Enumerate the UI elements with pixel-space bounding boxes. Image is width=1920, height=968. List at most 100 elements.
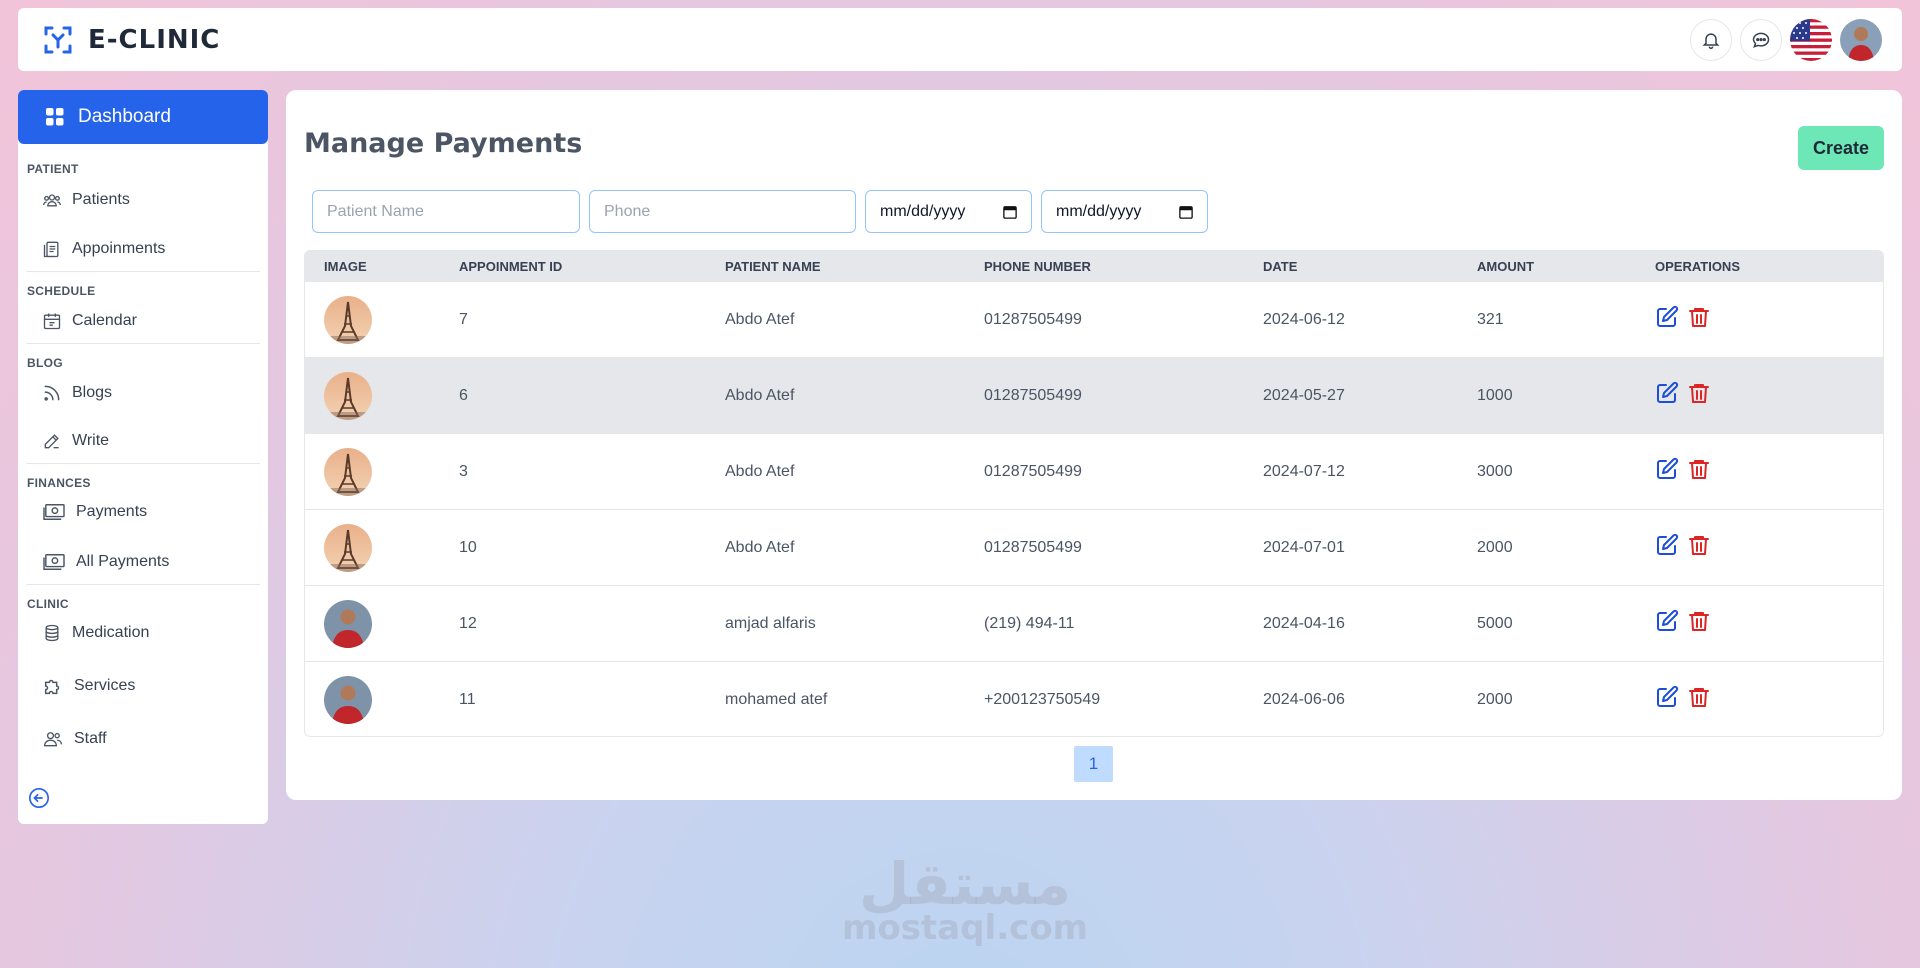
phone-cell: +200123750549 bbox=[984, 690, 1101, 708]
app-name: E-CLINIC bbox=[88, 24, 221, 55]
table-row: 12 amjad alfaris (219) 494-11 2024-04-16 500… bbox=[305, 585, 1883, 661]
messages-button[interactable] bbox=[1740, 18, 1782, 61]
edit-button[interactable] bbox=[1655, 305, 1679, 334]
edit-icon bbox=[1657, 305, 1679, 327]
edit-button[interactable] bbox=[1655, 533, 1679, 562]
edit-icon bbox=[1657, 609, 1679, 631]
column-header: AMOUNT bbox=[1477, 258, 1535, 274]
patient-name-cell: Abdo Atef bbox=[725, 310, 795, 328]
date-to-input[interactable]: mm/dd/yyyy bbox=[1041, 190, 1208, 233]
page-title: Manage Payments bbox=[304, 128, 583, 159]
operations-cell bbox=[1655, 533, 1855, 562]
column-header: DATE bbox=[1263, 258, 1298, 274]
date-cell: 2024-07-01 bbox=[1263, 538, 1345, 556]
column-header: PHONE NUMBER bbox=[984, 258, 1091, 274]
section-label-patient: PATIENT bbox=[27, 162, 79, 176]
date-cell: 2024-06-06 bbox=[1263, 690, 1345, 708]
calendar-icon bbox=[1179, 205, 1193, 219]
amount-cell: 2000 bbox=[1477, 538, 1513, 556]
patient-photo bbox=[324, 295, 372, 344]
trash-icon bbox=[1689, 612, 1709, 631]
section-label-finances: FINANCES bbox=[27, 476, 91, 490]
filter-bar: Patient Name Phone mm/dd/yyyy mm/dd/yyyy bbox=[312, 190, 1208, 233]
divider bbox=[26, 271, 260, 272]
sidebar-item-all-payments[interactable]: All Payments bbox=[18, 552, 268, 572]
operations-cell bbox=[1655, 381, 1855, 410]
divider bbox=[26, 584, 260, 585]
table-row: 7 Abdo Atef 01287505499 2024-06-12 321 bbox=[305, 281, 1883, 357]
amount-cell: 321 bbox=[1477, 310, 1504, 328]
appointment-id-cell: 7 bbox=[459, 310, 468, 328]
amount-cell: 2000 bbox=[1477, 690, 1513, 708]
patient-name-cell: amjad alfaris bbox=[725, 614, 816, 632]
date-cell: 2024-07-12 bbox=[1263, 462, 1345, 480]
delete-button[interactable] bbox=[1687, 381, 1711, 410]
table-row: 10 Abdo Atef 01287505499 2024-07-01 2000 bbox=[305, 509, 1883, 585]
amount-cell: 3000 bbox=[1477, 462, 1513, 480]
edit-icon bbox=[1657, 381, 1679, 403]
pagination-page-1[interactable]: 1 bbox=[1074, 746, 1113, 782]
user-avatar[interactable] bbox=[1840, 18, 1882, 61]
sidebar-item-calendar[interactable]: Calendar bbox=[18, 311, 268, 331]
calendar-icon bbox=[43, 313, 61, 330]
edit-button[interactable] bbox=[1655, 609, 1679, 638]
sidebar-item-medication[interactable]: Medication bbox=[18, 623, 268, 643]
arrow-left-circle-icon bbox=[29, 788, 49, 808]
notifications-button[interactable] bbox=[1690, 18, 1732, 61]
delete-button[interactable] bbox=[1687, 305, 1711, 334]
sidebar-item-payments[interactable]: Payments bbox=[18, 502, 268, 522]
phone-cell: 01287505499 bbox=[984, 310, 1082, 328]
language-flag-us-icon[interactable] bbox=[1790, 18, 1832, 61]
sidebar-item-label: Payments bbox=[76, 503, 148, 520]
delete-button[interactable] bbox=[1687, 685, 1711, 714]
image-cell bbox=[305, 295, 459, 344]
date-cell: 2024-05-27 bbox=[1263, 386, 1345, 404]
sidebar-item-write[interactable]: Write bbox=[18, 431, 268, 451]
delete-button[interactable] bbox=[1687, 609, 1711, 638]
edit-button[interactable] bbox=[1655, 685, 1679, 714]
date-from-input[interactable]: mm/dd/yyyy bbox=[865, 190, 1032, 233]
trash-icon bbox=[1689, 384, 1709, 403]
sidebar-item-label: Services bbox=[74, 677, 136, 694]
sidebar-item-label: Patients bbox=[72, 191, 130, 208]
create-button[interactable]: Create bbox=[1798, 126, 1884, 170]
database-icon bbox=[45, 624, 59, 642]
delete-button[interactable] bbox=[1687, 457, 1711, 486]
delete-button[interactable] bbox=[1687, 533, 1711, 562]
column-header: PATIENT NAME bbox=[725, 258, 821, 274]
collapse-sidebar-button[interactable] bbox=[28, 787, 50, 814]
section-label-blog: BLOG bbox=[27, 356, 63, 370]
image-cell bbox=[305, 523, 459, 572]
edit-button[interactable] bbox=[1655, 381, 1679, 410]
sidebar-item-dashboard[interactable]: Dashboard bbox=[18, 90, 268, 144]
puzzle-icon bbox=[44, 679, 60, 695]
edit-button[interactable] bbox=[1655, 457, 1679, 486]
operations-cell bbox=[1655, 457, 1855, 486]
sidebar-item-label: Dashboard bbox=[78, 106, 171, 127]
patient-name-cell: Abdo Atef bbox=[725, 386, 795, 404]
operations-cell bbox=[1655, 609, 1855, 638]
logo[interactable]: E-CLINIC bbox=[38, 20, 220, 60]
table-header: IMAGE APPOINMENT ID PATIENT NAME PHONE N… bbox=[305, 251, 1883, 281]
column-header: APPOINMENT ID bbox=[459, 258, 563, 274]
sidebar-item-blogs[interactable]: Blogs bbox=[18, 383, 268, 403]
image-cell bbox=[305, 371, 459, 420]
operations-cell bbox=[1655, 685, 1855, 714]
grid-icon bbox=[46, 108, 64, 126]
date-to-value: mm/dd/yyyy bbox=[1056, 202, 1142, 220]
sidebar-item-services[interactable]: Services bbox=[18, 675, 268, 697]
phone-cell: 01287505499 bbox=[984, 538, 1082, 556]
sidebar-item-staff[interactable]: Staff bbox=[18, 729, 268, 749]
phone-cell: (219) 494-11 bbox=[984, 614, 1075, 632]
sidebar-item-appointments[interactable]: Appoinments bbox=[18, 239, 268, 259]
edit-icon bbox=[1657, 533, 1679, 555]
patient-name-cell: Abdo Atef bbox=[725, 538, 795, 556]
users-icon bbox=[43, 732, 62, 747]
sidebar: Dashboard PATIENT Patients Appoinments S… bbox=[18, 90, 268, 824]
phone-input[interactable]: Phone bbox=[589, 190, 856, 233]
patient-name-input[interactable]: Patient Name bbox=[312, 190, 580, 233]
payments-table: IMAGE APPOINMENT ID PATIENT NAME PHONE N… bbox=[304, 250, 1884, 737]
patient-photo bbox=[324, 599, 372, 648]
sidebar-item-label: Write bbox=[72, 432, 110, 449]
sidebar-item-patients[interactable]: Patients bbox=[18, 190, 268, 210]
